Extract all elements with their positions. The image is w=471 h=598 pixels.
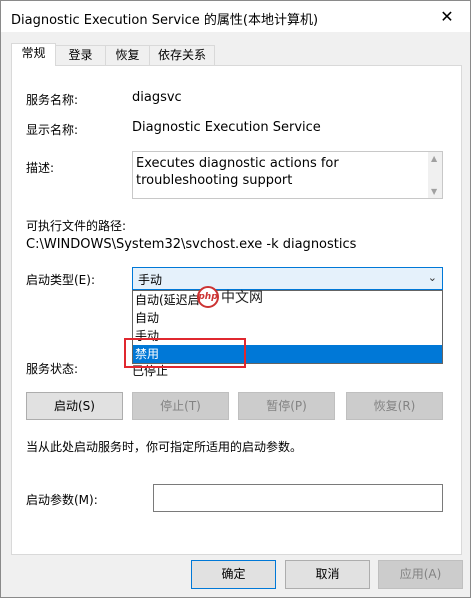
option-auto[interactable]: 自动 bbox=[133, 309, 442, 327]
service-name-label: 服务名称: bbox=[26, 93, 79, 107]
service-status-label: 服务状态: bbox=[26, 362, 79, 376]
tab-general[interactable]: 常规 bbox=[11, 43, 56, 66]
option-auto-delayed[interactable]: 自动(延迟启动) bbox=[133, 291, 442, 309]
stop-button[interactable]: 停止(T) bbox=[132, 392, 229, 420]
startup-type-select[interactable]: 手动 ⌄ bbox=[132, 267, 443, 290]
window-title: Diagnostic Execution Service 的属性(本地计算机) bbox=[11, 13, 319, 28]
path-value: C:\WINDOWS\System32\svchost.exe -k diagn… bbox=[26, 237, 357, 252]
apply-button[interactable]: 应用(A) bbox=[378, 560, 463, 589]
pause-button[interactable]: 暂停(P) bbox=[238, 392, 335, 420]
display-name-value: Diagnostic Execution Service bbox=[132, 120, 321, 135]
cancel-button[interactable]: 取消 bbox=[285, 560, 370, 589]
ok-button[interactable]: 确定 bbox=[191, 560, 276, 589]
startup-type-current: 手动 bbox=[138, 273, 163, 287]
tab-logon[interactable]: 登录 bbox=[55, 45, 106, 65]
title-bar[interactable]: Diagnostic Execution Service 的属性(本地计算机) … bbox=[1, 1, 470, 32]
php-watermark: php 中文网 bbox=[197, 286, 263, 308]
tab-dependencies[interactable]: 依存关系 bbox=[149, 45, 215, 65]
php-logo-icon: php bbox=[197, 286, 219, 308]
scroll-down-icon[interactable]: ▼ bbox=[431, 187, 437, 196]
description-text: Executes diagnostic actions for troubles… bbox=[136, 156, 339, 188]
general-panel: 服务名称: diagsvc 显示名称: Diagnostic Execution… bbox=[11, 65, 462, 555]
properties-window: Diagnostic Execution Service 的属性(本地计算机) … bbox=[0, 0, 471, 598]
start-params-hint: 当从此处启动服务时，你可指定所适用的启动参数。 bbox=[26, 440, 303, 454]
description-scrollbar[interactable]: ▲ ▼ bbox=[428, 152, 442, 198]
display-name-label: 显示名称: bbox=[26, 123, 79, 137]
resume-button[interactable]: 恢复(R) bbox=[346, 392, 443, 420]
start-params-label: 启动参数(M): bbox=[26, 493, 98, 507]
watermark-text: 中文网 bbox=[221, 290, 263, 306]
close-icon[interactable]: ✕ bbox=[424, 1, 470, 32]
description-box[interactable]: Executes diagnostic actions for troubles… bbox=[132, 151, 443, 199]
scroll-up-icon[interactable]: ▲ bbox=[431, 154, 437, 163]
chevron-down-icon[interactable]: ⌄ bbox=[428, 271, 437, 284]
path-label: 可执行文件的路径: bbox=[26, 219, 127, 233]
startup-type-label: 启动类型(E): bbox=[26, 273, 95, 287]
start-button[interactable]: 启动(S) bbox=[26, 392, 123, 420]
start-params-input[interactable] bbox=[153, 484, 443, 512]
tab-recovery[interactable]: 恢复 bbox=[105, 45, 150, 65]
service-name-value: diagsvc bbox=[132, 90, 182, 105]
annotation-highlight-box bbox=[124, 338, 246, 368]
dialog-body: 常规 登录 恢复 依存关系 服务名称: diagsvc 显示名称: Diagno… bbox=[1, 32, 470, 597]
description-label: 描述: bbox=[26, 161, 55, 175]
